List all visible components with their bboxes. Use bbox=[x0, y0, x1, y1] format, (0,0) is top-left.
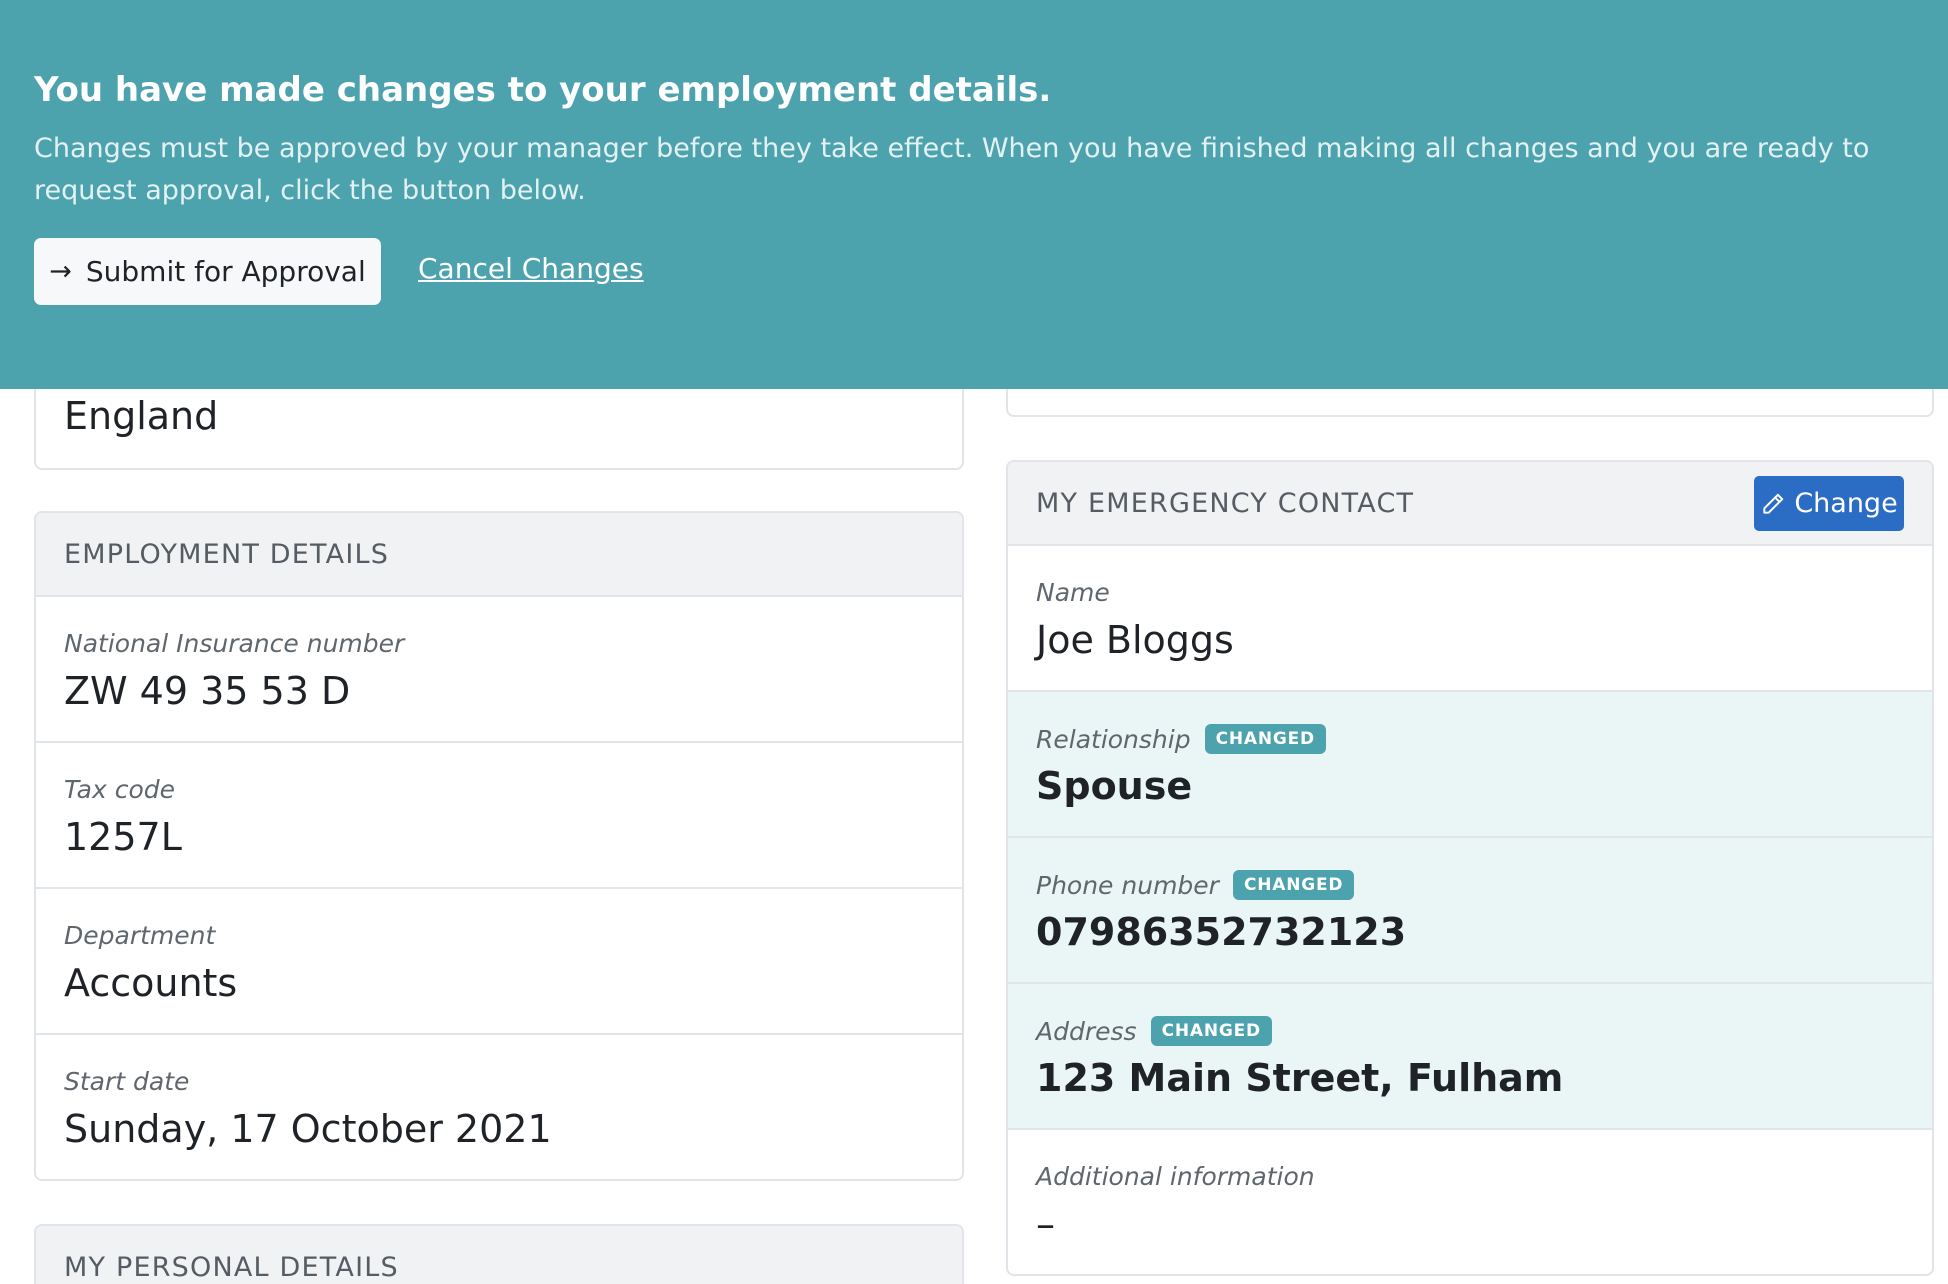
employment-row-tax-code: Tax code 1257L bbox=[36, 743, 962, 889]
emergency-contact-card: MY EMERGENCY CONTACT Change Name Joe Blo… bbox=[1006, 460, 1934, 1276]
row-label-text: Phone number bbox=[1036, 870, 1219, 900]
row-value: Spouse bbox=[1036, 764, 1193, 808]
row-value: 1257L bbox=[64, 815, 182, 859]
arrow-right-icon: → bbox=[49, 256, 72, 287]
row-value: Accounts bbox=[64, 961, 238, 1005]
row-label: Address CHANGED bbox=[1036, 1016, 1272, 1046]
submit-button-label: Submit for Approval bbox=[85, 255, 366, 288]
row-label: Start date bbox=[64, 1067, 190, 1096]
row-value: 123 Main Street, Fulham bbox=[1036, 1056, 1564, 1100]
row-value: Sunday, 17 October 2021 bbox=[64, 1107, 552, 1151]
page: England EMPLOYMENT DETAILS National Insu… bbox=[0, 0, 1948, 1284]
row-label: Name bbox=[1036, 578, 1110, 607]
change-emergency-contact-button[interactable]: Change bbox=[1754, 476, 1904, 531]
row-label-text: Additional information bbox=[1036, 1162, 1315, 1191]
row-label-text: Address bbox=[1036, 1016, 1137, 1046]
cancel-changes-link[interactable]: Cancel Changes bbox=[418, 252, 644, 285]
emergency-row-additional-info: Additional information – bbox=[1008, 1130, 1932, 1274]
banner-title: You have made changes to your employment… bbox=[34, 70, 1052, 110]
row-value: 07986352732123 bbox=[1036, 910, 1407, 954]
row-label-text: Relationship bbox=[1036, 724, 1191, 754]
employment-row-department: Department Accounts bbox=[36, 889, 962, 1035]
employment-row-ni-number: National Insurance number ZW 49 35 53 D bbox=[36, 597, 962, 743]
pending-changes-banner: You have made changes to your employment… bbox=[0, 0, 1948, 389]
row-label: National Insurance number bbox=[64, 629, 405, 658]
changed-badge: CHANGED bbox=[1150, 1016, 1272, 1046]
emergency-row-phone-number: Phone number CHANGED 07986352732123 bbox=[1008, 838, 1932, 984]
emergency-row-name: Name Joe Bloggs bbox=[1008, 546, 1932, 692]
row-label: Department bbox=[64, 921, 216, 950]
changed-badge: CHANGED bbox=[1232, 870, 1355, 900]
row-value: Joe Bloggs bbox=[1036, 618, 1234, 662]
employment-details-header: EMPLOYMENT DETAILS bbox=[36, 513, 962, 597]
personal-details-card: MY PERSONAL DETAILS bbox=[34, 1224, 964, 1284]
change-button-label: Change bbox=[1794, 488, 1898, 519]
row-label: Additional information bbox=[1036, 1162, 1315, 1191]
row-label: Phone number CHANGED bbox=[1036, 870, 1355, 900]
address-country-value: England bbox=[64, 394, 219, 438]
row-value: ZW 49 35 53 D bbox=[64, 669, 351, 713]
row-value: – bbox=[1036, 1202, 1055, 1246]
emergency-contact-header: MY EMERGENCY CONTACT Change bbox=[1008, 462, 1932, 546]
emergency-row-address: Address CHANGED 123 Main Street, Fulham bbox=[1008, 984, 1932, 1130]
submit-for-approval-button[interactable]: → Submit for Approval bbox=[34, 238, 381, 305]
row-label-text: Name bbox=[1036, 578, 1110, 607]
row-label: Tax code bbox=[64, 775, 175, 804]
emergency-row-relationship: Relationship CHANGED Spouse bbox=[1008, 692, 1932, 838]
banner-body: Changes must be approved by your manager… bbox=[34, 133, 1870, 206]
employment-row-start-date: Start date Sunday, 17 October 2021 bbox=[36, 1035, 962, 1179]
changed-badge: CHANGED bbox=[1204, 724, 1326, 754]
personal-details-header: MY PERSONAL DETAILS bbox=[36, 1226, 962, 1284]
row-label: Relationship CHANGED bbox=[1036, 724, 1326, 754]
pencil-icon bbox=[1763, 493, 1784, 514]
emergency-contact-title: MY EMERGENCY CONTACT bbox=[1036, 487, 1415, 519]
employment-details-card: EMPLOYMENT DETAILS National Insurance nu… bbox=[34, 511, 964, 1181]
